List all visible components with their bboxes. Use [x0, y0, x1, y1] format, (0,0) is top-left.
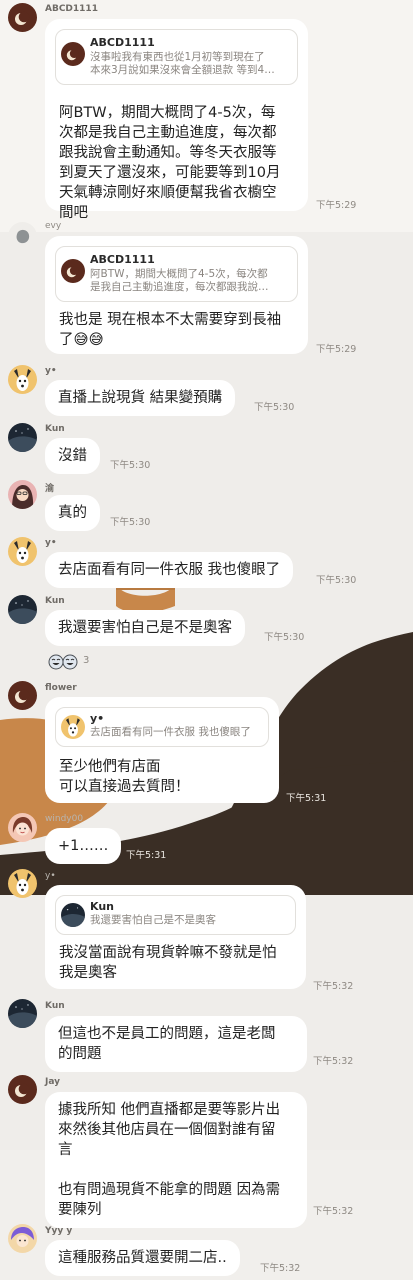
message-text: 我還要害怕自己是不是奧客: [58, 620, 232, 636]
message-bubble[interactable]: 沒錯: [45, 438, 100, 474]
message-text: 去店面看有同一件衣服 我也傻眼了: [58, 562, 281, 578]
night-sky-avatar-icon[interactable]: [8, 423, 37, 452]
sender-name: 渝: [45, 484, 55, 494]
message-text: 直播上說現貨 結果變預購: [58, 390, 223, 406]
dog-avatar-icon[interactable]: [8, 365, 37, 394]
quoted-text: 我還要害怕自己是不是奧客: [90, 914, 216, 926]
message-text: 我沒當面說有現貨幹嘛不發就是怕 我是奧客: [59, 945, 277, 981]
woman-avatar-icon[interactable]: [8, 813, 37, 842]
message-timestamp: 下午5:30: [264, 632, 305, 643]
moon-avatar-icon: [61, 42, 85, 66]
message-bubble[interactable]: 我還要害怕自己是不是奧客: [45, 610, 245, 646]
dog-avatar-icon: [61, 715, 85, 739]
message-timestamp: 下午5:29: [316, 344, 357, 355]
message-bubble[interactable]: Kun 我還要害怕自己是不是奧客 我沒當面說有現貨幹嘛不發就是怕 我是奧客: [45, 885, 306, 989]
message-text: 但這也不是員工的問題，這是老闆 的問題: [58, 1026, 276, 1062]
quoted-text: 阿BTW，期間大概問了4-5次，每次都 是我自己主動追進度，每次都跟我說…: [90, 268, 269, 293]
quoted-sender: y•: [90, 712, 105, 725]
stone-avatar-icon[interactable]: [8, 222, 37, 251]
sender-name: y•: [45, 538, 57, 548]
message-timestamp: 下午5:30: [254, 402, 295, 413]
sender-name: windy00: [45, 814, 84, 824]
message-timestamp: 下午5:32: [313, 1206, 354, 1217]
moon-avatar-icon[interactable]: [8, 681, 37, 710]
message-bubble[interactable]: 這種服務品質還要開二店..: [45, 1240, 240, 1276]
reaction-count: 3: [83, 655, 90, 666]
sender-name: Kun: [45, 1001, 65, 1011]
message-text: 阿BTW，期間大概問了4-5次，每 次都是我自己主動追進度，每次都 跟我說會主動…: [59, 105, 281, 221]
message-timestamp: 下午5:32: [313, 981, 354, 992]
message-text: 沒錯: [58, 448, 87, 464]
sender-name: Yyy y: [45, 1226, 73, 1236]
message-bubble[interactable]: y• 去店面看有同一件衣服 我也傻眼了 至少他們有店面 可以直接過去質問！: [45, 697, 279, 803]
night-sky-avatar-icon: [61, 903, 85, 927]
message-timestamp: 下午5:30: [316, 575, 357, 586]
message-bubble[interactable]: +1……: [45, 828, 122, 864]
message-timestamp: 下午5:30: [110, 517, 151, 528]
message-text: 真的: [58, 505, 87, 521]
message-timestamp: 下午5:31: [286, 793, 327, 804]
moon-avatar-icon[interactable]: [8, 1075, 37, 1104]
sender-name: flower: [45, 683, 77, 693]
message-bubble[interactable]: 去店面看有同一件衣服 我也傻眼了: [45, 552, 294, 588]
moon-avatar-icon[interactable]: [8, 3, 37, 32]
chat-message-list[interactable]: ABCD1111 ABCD1111 沒事啦我有東西也從1月初等到現在了 本來3月…: [0, 0, 413, 1280]
night-sky-avatar-icon[interactable]: [8, 999, 37, 1028]
quoted-sender: Kun: [90, 900, 114, 913]
message-text: 這種服務品質還要開二店..: [58, 1250, 227, 1266]
dog-avatar-icon[interactable]: [8, 537, 37, 566]
moon-avatar-icon: [61, 259, 85, 283]
message-timestamp: 下午5:31: [126, 850, 167, 861]
message-timestamp: 下午5:32: [260, 1263, 301, 1274]
message-timestamp: 下午5:29: [316, 200, 357, 211]
sender-name: evy: [45, 221, 62, 231]
message-bubble[interactable]: 真的: [45, 495, 100, 531]
message-timestamp: 下午5:30: [110, 460, 151, 471]
sender-name: y•: [45, 871, 56, 881]
girl-avatar-icon[interactable]: [8, 480, 37, 509]
sender-name: Kun: [45, 424, 65, 434]
message-bubble[interactable]: ABCD1111 阿BTW，期間大概問了4-5次，每次都 是我自己主動追進度，每…: [45, 236, 308, 354]
quoted-text: 去店面看有同一件衣服 我也傻眼了: [90, 726, 251, 738]
sender-name: ABCD1111: [45, 4, 98, 14]
message-bubble[interactable]: 但這也不是員工的問題，這是老闆 的問題: [45, 1016, 307, 1072]
dog-avatar-icon[interactable]: [8, 869, 37, 898]
quoted-sender: ABCD1111: [90, 36, 155, 49]
quoted-text: 沒事啦我有東西也從1月初等到現在了 本來3月說如果沒來會全額退款 等到4…: [90, 51, 275, 76]
message-bubble[interactable]: 據我所知 他們直播都是要等影片出 來然後其他店員在一個個對誰有留 言 也有問過現…: [45, 1092, 307, 1228]
laughing-faces-icon: [48, 654, 78, 670]
sender-name: Kun: [45, 596, 65, 606]
message-text: 至少他們有店面 可以直接過去質問！: [59, 759, 190, 795]
message-timestamp: 下午5:32: [313, 1056, 354, 1067]
message-bubble[interactable]: 直播上說現貨 結果變預購: [45, 380, 236, 416]
purple-hair-avatar-icon[interactable]: [8, 1224, 37, 1253]
message-bubble[interactable]: ABCD1111 沒事啦我有東西也從1月初等到現在了 本來3月說如果沒來會全額退…: [45, 19, 308, 221]
night-sky-avatar-icon[interactable]: [8, 595, 37, 624]
quoted-reply[interactable]: y• 去店面看有同一件衣服 我也傻眼了: [55, 707, 269, 747]
quoted-reply[interactable]: ABCD1111 沒事啦我有東西也從1月初等到現在了 本來3月說如果沒來會全額退…: [55, 29, 298, 85]
quoted-reply[interactable]: ABCD1111 阿BTW，期間大概問了4-5次，每次都 是我自己主動追進度，每…: [55, 246, 298, 302]
sender-name: y•: [45, 366, 57, 376]
quoted-reply[interactable]: Kun 我還要害怕自己是不是奧客: [55, 895, 296, 935]
message-text: 我也是 現在根本不太需要穿到長袖 了😅😅: [59, 312, 282, 348]
sender-name: Jay: [45, 1077, 61, 1087]
quoted-sender: ABCD1111: [90, 253, 155, 266]
message-text: +1……: [58, 838, 109, 854]
message-text: 據我所知 他們直播都是要等影片出 來然後其他店員在一個個對誰有留 言 也有問過現…: [58, 1102, 281, 1218]
